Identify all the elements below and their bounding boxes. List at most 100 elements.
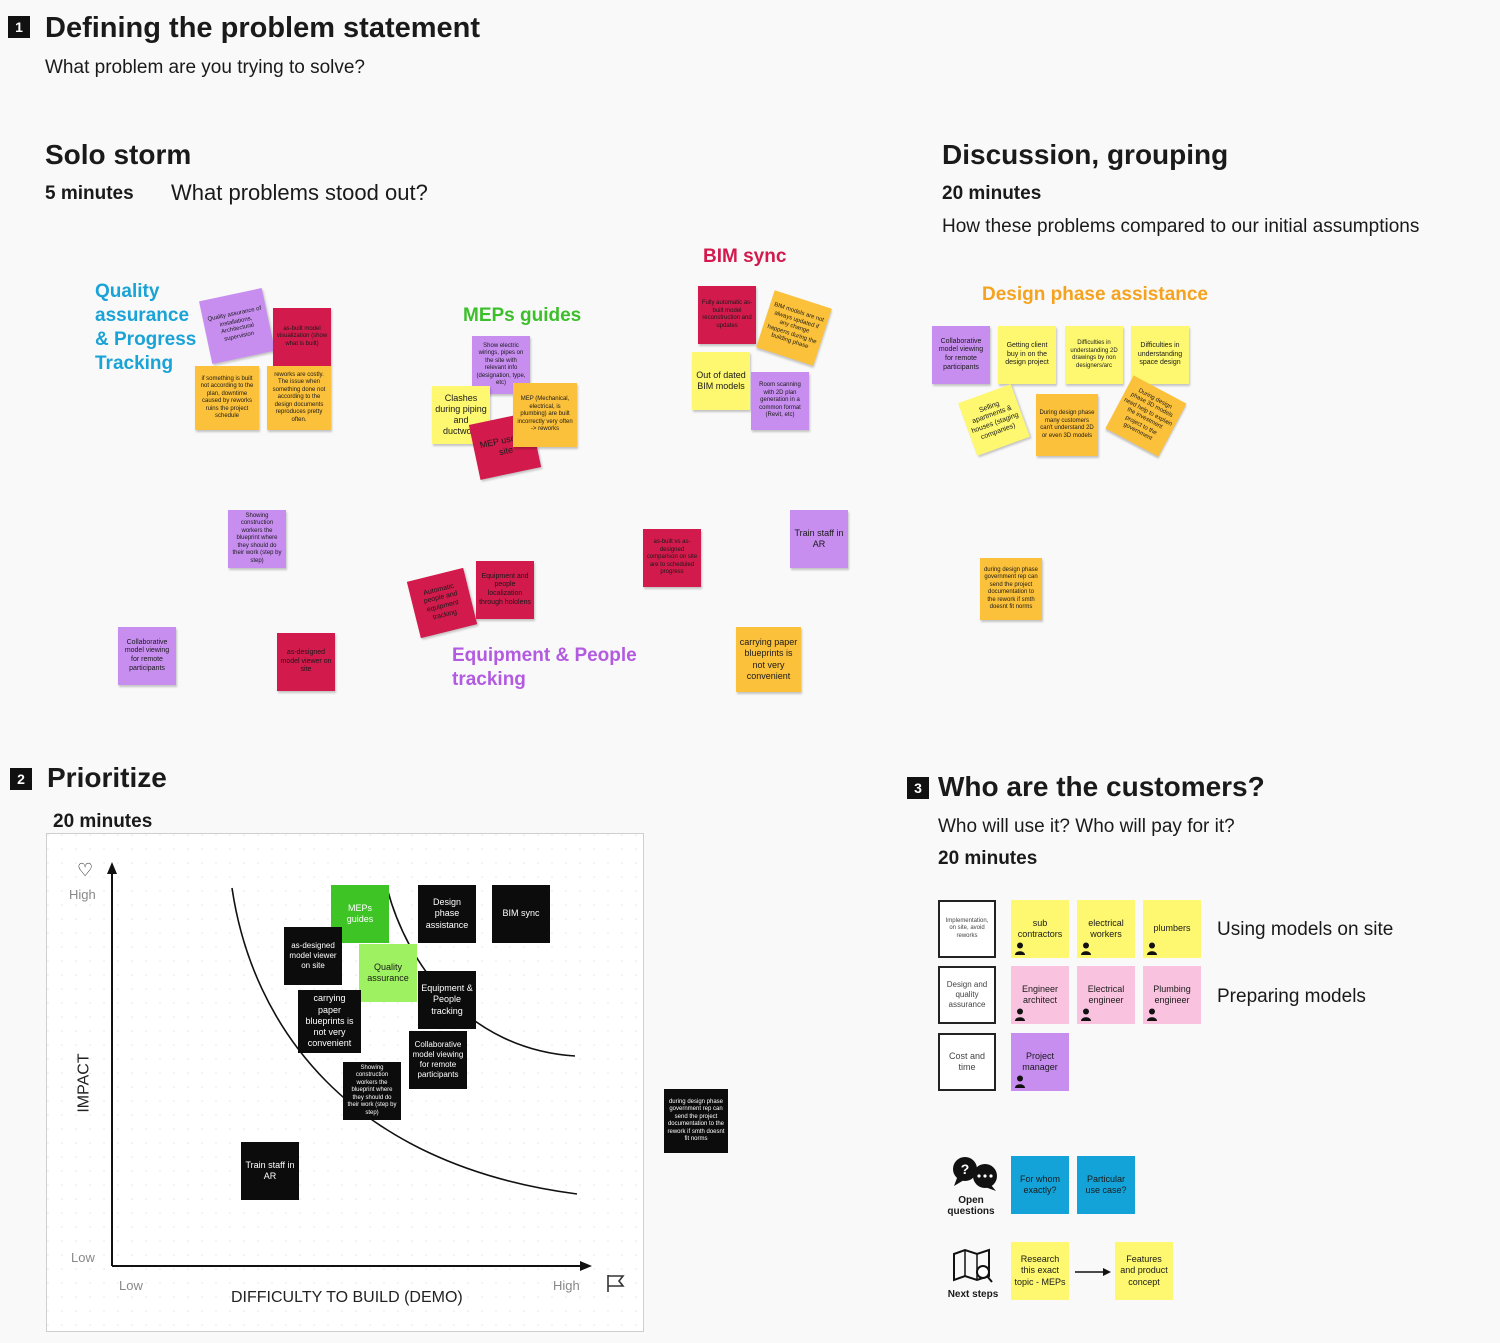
sticky-note[interactable]: Room scanning with 2D plan generation in… (751, 372, 809, 430)
sticky-note[interactable]: Train staff in AR (790, 510, 848, 568)
person-icon (1015, 1075, 1025, 1088)
question-card[interactable]: Particular use case? (1077, 1156, 1135, 1214)
sticky-note[interactable]: reworks are costly. The issue when somet… (267, 366, 331, 430)
sticky-note[interactable]: During design phase many customers can't… (1036, 394, 1098, 456)
customer-card[interactable]: Electrical engineer (1077, 966, 1135, 1024)
solo-storm-title: Solo storm (45, 139, 192, 170)
customer-row-label: Preparing models (1217, 986, 1366, 1007)
sticky-note[interactable]: Getting client buy in on the design proj… (998, 326, 1056, 384)
matrix-note[interactable]: as-designed model viewer on site (284, 927, 342, 985)
customer-row-header[interactable]: Implementation, on site, avoid reworks (938, 900, 996, 958)
customer-card[interactable]: Plumbing engineer (1143, 966, 1201, 1024)
cluster-label-design: Design phase assistance (982, 284, 1208, 305)
sticky-note[interactable]: Selling apartments & houses (staging com… (958, 384, 1030, 456)
sticky-note[interactable]: if something is built not according to t… (195, 366, 259, 430)
sticky-note[interactable]: carrying paper blueprints is not very co… (736, 627, 801, 692)
sticky-note[interactable]: as-built vs as-designed comparison on si… (643, 529, 701, 587)
next-step-card[interactable]: Research this exact topic - MEPs (1011, 1242, 1069, 1300)
sticky-note[interactable]: Collaborative model viewing for remote p… (932, 326, 990, 384)
matrix-note[interactable]: BIM sync (492, 885, 550, 943)
next-step-card[interactable]: Features and product concept (1115, 1242, 1173, 1300)
sticky-note[interactable]: as-built model visualization (show what … (273, 308, 331, 366)
customer-card[interactable]: electrical workers (1077, 900, 1135, 958)
customers-subtitle: Who will use it? Who will pay for it? (938, 816, 1235, 837)
sticky-note[interactable]: Equipment and people localization throug… (476, 561, 534, 619)
sticky-note[interactable]: during design phase government rep can s… (980, 558, 1042, 620)
matrix-note[interactable]: Design phase assistance (418, 885, 476, 943)
section-number-badge: 1 (8, 16, 30, 38)
discussion-question: How these problems compared to our initi… (942, 216, 1420, 237)
cluster-label-equipment: Equipment & People tracking (452, 645, 637, 690)
open-questions-label: Open questions (947, 1195, 995, 1217)
customer-row-header[interactable]: Cost and time (938, 1033, 996, 1091)
sticky-note[interactable]: Showing construction workers the bluepri… (228, 510, 286, 568)
customer-card-label: Engineer architect (1021, 983, 1059, 1005)
prioritize-duration: 20 minutes (53, 811, 153, 832)
discussion-duration: 20 minutes (942, 183, 1042, 204)
sticky-note[interactable]: Collaborative model viewing for remote p… (118, 627, 176, 685)
cluster-label-quality: Quality assurance & Progress Tracking (95, 281, 197, 374)
sticky-note[interactable]: Fully automatic as-built model reconstru… (698, 286, 756, 344)
sticky-note[interactable]: Quality assurance of installations, Arch… (199, 288, 275, 364)
customer-row-label: Using models on site (1217, 919, 1394, 940)
question-card[interactable]: For whom exactly? (1011, 1156, 1069, 1214)
sticky-note[interactable]: Automatic people and equipment tracking (406, 567, 478, 639)
customer-row-header[interactable]: Design and quality assurance (938, 966, 996, 1024)
sticky-note[interactable]: During design phase 3D models need help … (1105, 375, 1187, 457)
x-axis-title: DIFFICULTY TO BUILD (DEMO) (231, 1289, 463, 1306)
map-icon (953, 1248, 993, 1283)
customer-card[interactable]: sub contractors (1011, 900, 1069, 958)
section-title: Defining the problem statement (45, 12, 481, 44)
customer-card[interactable]: plumbers (1143, 900, 1201, 958)
section-number-badge: 3 (907, 777, 929, 799)
x-axis-high-label: High (553, 1278, 580, 1293)
svg-text:?: ? (961, 1161, 970, 1177)
customer-card-label: Plumbing engineer (1153, 983, 1191, 1005)
sticky-note[interactable]: as-designed model viewer on site (277, 633, 335, 691)
sticky-note[interactable]: Difficulties in understanding space desi… (1131, 326, 1189, 384)
customer-card-label: sub contractors (1017, 917, 1063, 939)
customer-card[interactable]: Engineer architect (1011, 966, 1069, 1024)
heart-icon: ♡ (77, 860, 94, 880)
sticky-note[interactable]: during design phase government rep can s… (664, 1089, 728, 1153)
y-axis-high-label: High (69, 887, 96, 902)
discussion-title: Discussion, grouping (942, 139, 1229, 170)
customer-card-label: Project manager (1022, 1050, 1058, 1072)
matrix-note[interactable]: Showing construction workers the bluepri… (343, 1062, 401, 1120)
sticky-note[interactable]: BIM models are not always updated if any… (756, 290, 832, 366)
solo-storm-duration: 5 minutes (45, 183, 134, 204)
sticky-note[interactable]: MEP (Mechanical, electrical, is plumbing… (513, 383, 577, 447)
cluster-label-bim: BIM sync (703, 246, 787, 267)
arrow-right-icon (1075, 1268, 1111, 1276)
matrix-note[interactable]: Train staff in AR (241, 1142, 299, 1200)
customer-card-label: plumbers (1153, 923, 1191, 934)
customer-card[interactable]: Project manager (1011, 1033, 1069, 1091)
matrix-note[interactable]: Equipment & People tracking (418, 971, 476, 1029)
cluster-label-meps: MEPs guides (463, 305, 582, 326)
matrix-note[interactable]: carrying paper blueprints is not very co… (298, 990, 361, 1053)
y-axis-low-label: Low (71, 1250, 95, 1265)
prioritization-matrix: ♡ High Low IMPACT Low High DIFFICULTY TO… (46, 833, 644, 1332)
matrix-note[interactable]: Collaborative model viewing for remote p… (409, 1031, 467, 1089)
sticky-note[interactable]: Difficulties in understanding 2D drawing… (1065, 326, 1123, 384)
person-icon (1147, 1008, 1157, 1021)
x-axis-low-label: Low (119, 1278, 143, 1293)
customers-title: Who are the customers? (938, 771, 1265, 802)
person-icon (1081, 942, 1091, 955)
customer-card-label: electrical workers (1088, 917, 1124, 939)
flag-icon (607, 1275, 625, 1292)
chat-bubbles-icon: ? (953, 1157, 997, 1191)
section-number-badge: 2 (10, 768, 32, 790)
person-icon (1147, 942, 1157, 955)
person-icon (1081, 1008, 1091, 1021)
matrix-note[interactable]: Quality assurance (359, 944, 417, 1002)
person-icon (1015, 942, 1025, 955)
prioritize-title: Prioritize (47, 762, 167, 793)
sticky-note[interactable]: Out of dated BIM models (692, 352, 750, 410)
customer-card-label: Electrical engineer (1087, 983, 1125, 1005)
solo-storm-question: What problems stood out? (171, 180, 428, 205)
y-axis-title: IMPACT (75, 1053, 93, 1113)
person-icon (1015, 1008, 1025, 1021)
customers-duration: 20 minutes (938, 848, 1038, 869)
section-subtitle: What problem are you trying to solve? (45, 57, 365, 78)
